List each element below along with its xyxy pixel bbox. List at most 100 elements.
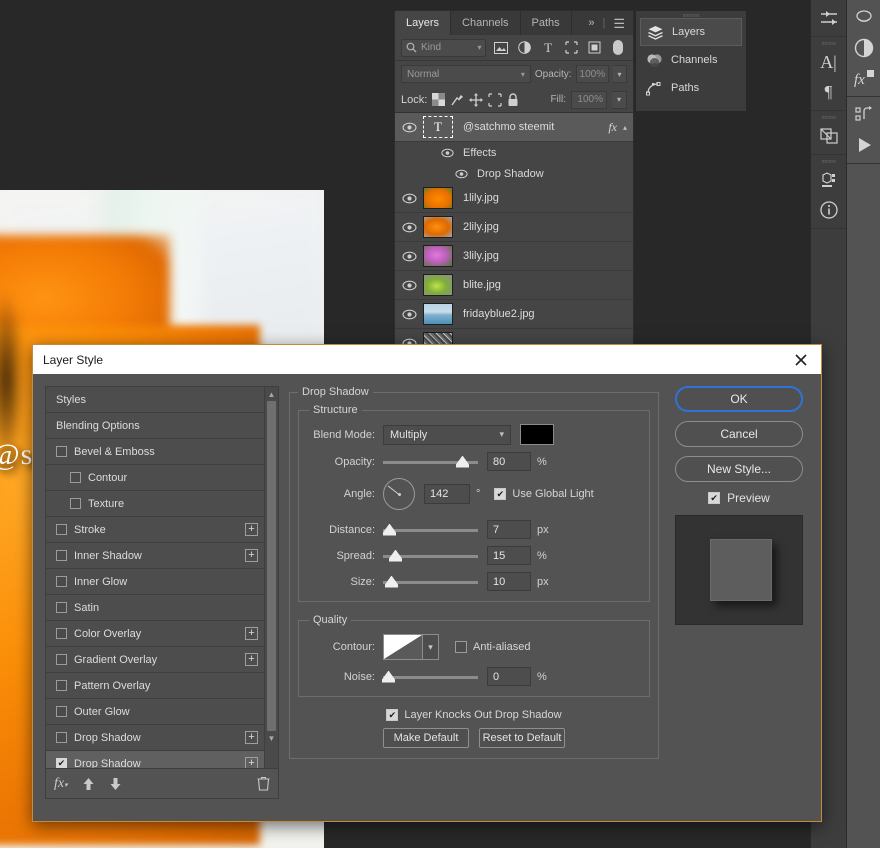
fill-chevron-icon[interactable]: ▾ [612,90,627,109]
angle-dial[interactable] [383,478,415,510]
layer-effect-item[interactable]: Drop Shadow [395,163,633,184]
styles-checkbox[interactable] [56,758,67,768]
styles-item-outer-glow[interactable]: Outer Glow [46,699,264,725]
dialog-title-bar[interactable]: Layer Style [33,345,821,374]
eye-icon[interactable] [447,169,475,179]
spread-slider[interactable] [383,549,478,563]
reset-to-default-button[interactable]: Reset to Default [479,728,565,748]
fx-styles-icon[interactable]: fx [847,63,880,93]
add-effect-plus-icon[interactable]: + [245,731,258,744]
styles-checkbox[interactable] [56,654,67,665]
styles-checkbox[interactable] [56,576,67,587]
opacity-slider[interactable] [383,455,478,469]
blend-mode-select[interactable]: Multiply ▾ [383,424,511,445]
add-effect-plus-icon[interactable]: + [245,523,258,536]
styles-item-color-overlay[interactable]: Color Overlay + [46,621,264,647]
add-effect-plus-icon[interactable]: + [245,653,258,666]
actions-icon[interactable] [847,100,880,130]
cancel-button[interactable]: Cancel [675,421,803,447]
styles-item-inner-shadow[interactable]: Inner Shadow + [46,543,264,569]
table-row[interactable]: 1lily.jpg [395,184,633,213]
chevron-down-icon[interactable]: ▾ [423,634,439,660]
size-input[interactable]: 10 [487,572,531,591]
type-layer-filter-icon[interactable]: T [539,39,556,57]
styles-item-inner-glow[interactable]: Inner Glow [46,569,264,595]
delete-icon[interactable] [257,776,270,791]
shadow-color-swatch[interactable] [520,424,554,445]
fill-value[interactable]: 100% [571,90,607,109]
tab-channels[interactable]: Channels [451,11,521,35]
anti-aliased-checkbox[interactable] [455,641,467,653]
scrollbar-thumb[interactable] [267,401,276,731]
styles-item-drop-shadow-2[interactable]: Drop Shadow + [46,751,264,768]
styles-checkbox[interactable] [56,732,67,743]
panel-grip-icon-3[interactable]: ▫▫▫▫▫ [811,157,846,166]
layer-effects-group[interactable]: Effects [395,142,633,163]
styles-checkbox[interactable] [56,446,67,457]
flyout-item-paths[interactable]: Paths [640,74,742,102]
info-panel-icon[interactable] [811,195,846,225]
distance-input[interactable]: 7 [487,520,531,539]
panel-grip-icon-2[interactable]: ▫▫▫▫▫ [811,113,846,122]
fx-add-effect-icon[interactable]: fx▾ [54,776,68,792]
filter-kind-select[interactable]: Kind ▾ [401,38,487,57]
pixel-layer-filter-icon[interactable] [492,39,509,57]
tab-paths[interactable]: Paths [521,11,572,35]
chevron-up-icon[interactable]: ▴ [623,123,633,132]
styles-item-satin[interactable]: Satin [46,595,264,621]
anti-aliased-row[interactable]: Anti-aliased [455,641,530,653]
styles-item-blending-options[interactable]: Blending Options [46,413,264,439]
add-effect-plus-icon[interactable]: + [245,549,258,562]
lock-image-pixels-icon[interactable] [450,93,464,107]
ok-button[interactable]: OK [675,386,803,412]
layer-comps-icon[interactable] [811,121,846,151]
eye-icon[interactable] [433,148,461,158]
styles-item-contour[interactable]: Contour [46,465,264,491]
layer-opacity-chevron-icon[interactable]: ▾ [613,65,627,83]
contour-picker[interactable]: ▾ [383,634,439,660]
paragraph-panel-icon[interactable]: ¶ [811,77,846,107]
styles-scrollbar[interactable]: ▲ ▼ [264,387,278,768]
styles-checkbox[interactable] [56,680,67,691]
flyout-item-layers[interactable]: Layers [640,18,742,46]
double-chevron-right-icon[interactable]: » [588,17,594,29]
size-slider[interactable] [383,575,478,589]
table-row[interactable]: blite.jpg [395,271,633,300]
flyout-item-channels[interactable]: Channels [640,46,742,74]
adjustment-layer-filter-icon[interactable] [516,39,533,57]
styles-checkbox[interactable] [56,628,67,639]
scroll-up-icon[interactable]: ▲ [265,387,278,401]
styles-item-stroke[interactable]: Stroke + [46,517,264,543]
filter-toggle-icon[interactable] [610,39,627,57]
styles-checkbox[interactable] [56,524,67,535]
eye-icon[interactable] [395,309,423,320]
shape-layer-filter-icon[interactable] [563,39,580,57]
character-panel-icon[interactable]: A| [811,47,846,77]
layer-knocks-out-row[interactable]: Layer Knocks Out Drop Shadow [298,709,650,721]
adjustment-half-circle-icon[interactable] [847,33,880,63]
styles-checkbox[interactable] [70,472,81,483]
styles-item-gradient-overlay[interactable]: Gradient Overlay + [46,647,264,673]
tab-layers[interactable]: Layers [395,11,452,35]
play-icon[interactable] [847,130,880,160]
move-up-icon[interactable] [82,777,95,791]
panel-menu-icon[interactable]: ☰ [613,17,625,30]
adjustments-sliders-icon[interactable] [811,3,846,33]
distance-slider[interactable] [383,523,478,537]
table-row[interactable]: T @satchmo steemit fx ▴ [395,113,633,142]
styles-item-drop-shadow-1[interactable]: Drop Shadow + [46,725,264,751]
spread-input[interactable]: 15 [487,546,531,565]
add-effect-plus-icon[interactable]: + [245,627,258,640]
lock-position-icon[interactable] [469,92,484,107]
new-style-button[interactable]: New Style... [675,456,803,482]
use-global-light-row[interactable]: Use Global Light [494,488,594,500]
panel-grip-icon[interactable]: ▫▫▫▫▫ [811,39,846,48]
lock-all-icon[interactable] [507,92,519,107]
styles-item-styles[interactable]: Styles [46,387,264,413]
layer-fx-badge[interactable]: fx [608,120,623,135]
eye-icon[interactable] [395,193,423,204]
close-icon[interactable] [789,348,813,372]
layer-blend-mode-select[interactable]: Normal ▾ [401,65,531,83]
add-effect-plus-icon[interactable]: + [245,757,258,768]
flyout-grip-icon[interactable]: ▫▫▫▫▫▫ [636,11,746,20]
